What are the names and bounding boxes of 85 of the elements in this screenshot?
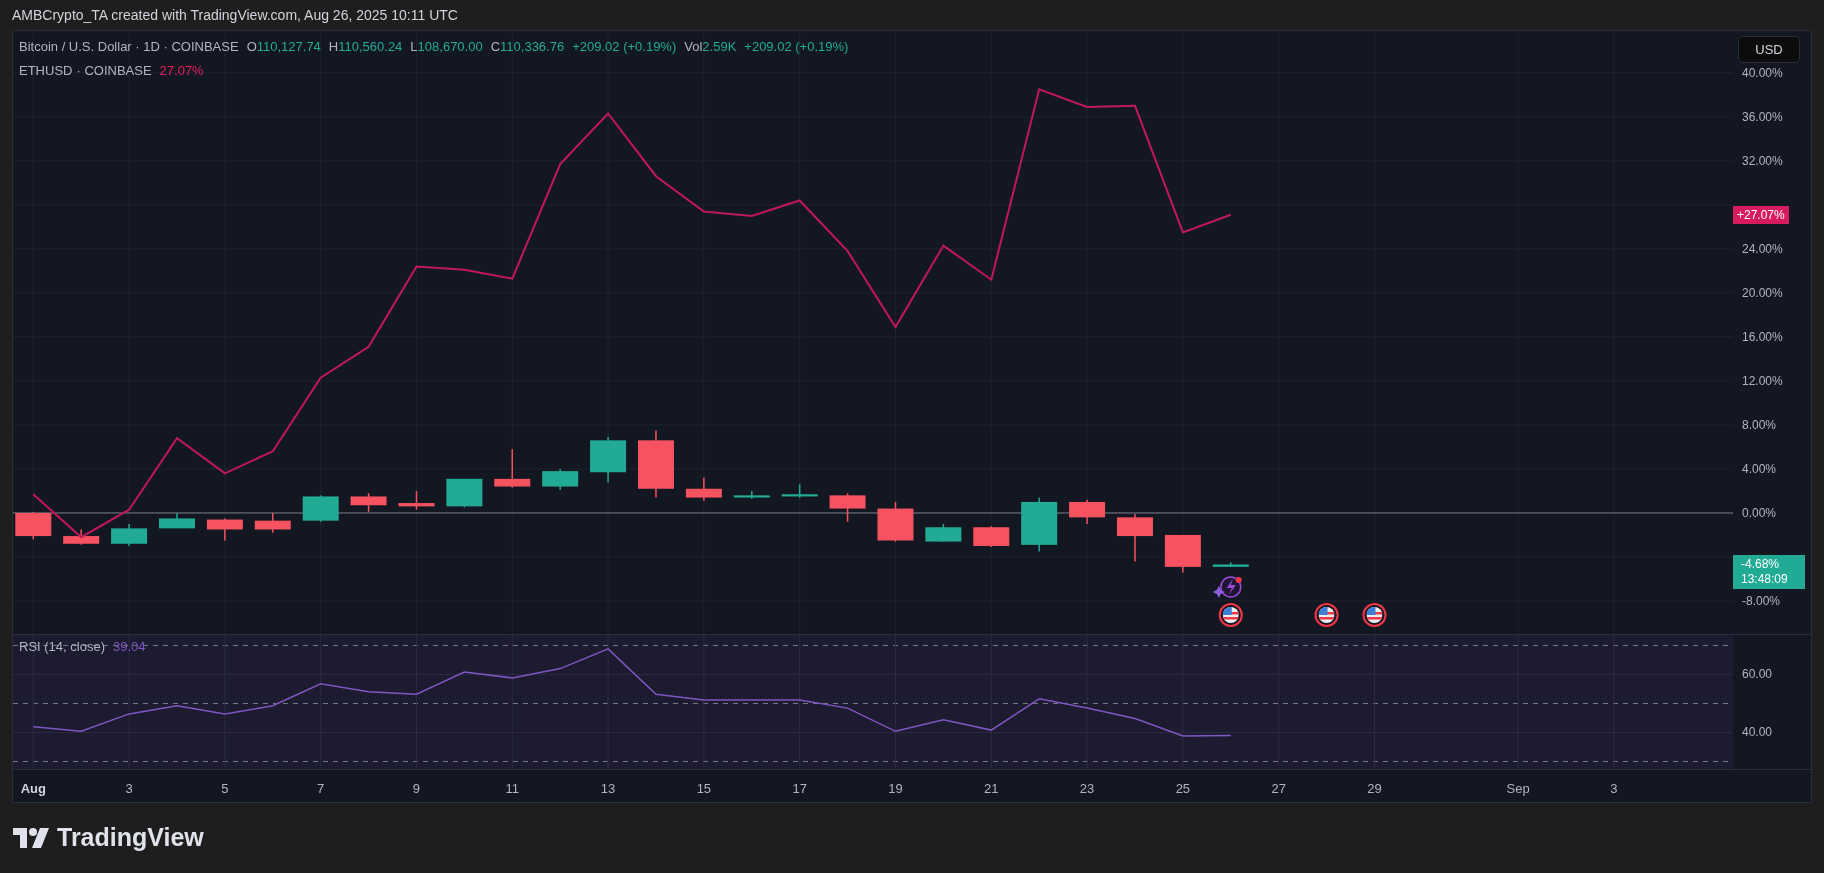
ohlc-label: H (328, 38, 339, 56)
candlestick (1021, 496, 1058, 553)
countdown-timer: 13:48:09 (1741, 572, 1789, 588)
date-label: 25 (1175, 780, 1191, 798)
candlestick (350, 492, 387, 513)
symbol-title[interactable]: Bitcoin / U.S. Dollar · 1D · COINBASE (19, 37, 239, 57)
date-label: 3 (1610, 780, 1618, 798)
date-label: 21 (984, 780, 999, 798)
ohlc-value: 108,670.00 (417, 38, 483, 56)
candlestick (494, 448, 531, 489)
candlestick (685, 477, 722, 502)
us-flag-icon[interactable] (1362, 603, 1387, 627)
candlestick (1212, 561, 1249, 568)
date-label: 3 (125, 780, 133, 798)
volume-label: Vol (684, 38, 703, 56)
candlestick (63, 528, 100, 546)
date-label: 27 (1271, 780, 1286, 798)
price-change: +209.02 (+0.19%) (572, 38, 677, 56)
price-value: -4.68% (1741, 557, 1781, 573)
candlestick (1116, 513, 1153, 563)
date-label: 5 (221, 780, 229, 798)
ohlc-label: O (246, 38, 257, 56)
axis-label: 20.00% (1742, 286, 1783, 299)
candlestick (733, 490, 770, 500)
us-flag-icon[interactable] (1218, 603, 1243, 627)
axis-label: 0.00% (1742, 506, 1777, 519)
candlestick (638, 429, 674, 499)
candlestick (206, 517, 243, 542)
brand-name: TradingView (57, 822, 204, 854)
rsi-value: 39.04 (113, 638, 146, 656)
axis-label: 32.00% (1742, 154, 1783, 167)
us-flag-icon[interactable] (1314, 603, 1339, 627)
exchange-name: · COINBASE (76, 61, 152, 80)
ohlc-label: C (490, 38, 501, 56)
volume-change: +209.02 (+0.19%) (744, 38, 849, 56)
date-label: Sep (1506, 780, 1530, 798)
axis-label: 40.00 (1742, 726, 1773, 739)
candlestick (877, 501, 914, 543)
date-label: 7 (317, 780, 325, 798)
axis-label: 8.00% (1742, 418, 1777, 431)
candlestick (590, 436, 627, 483)
currency-button[interactable]: USD (1738, 36, 1800, 63)
price-tag: +27.07% (1733, 206, 1789, 225)
candlestick (781, 483, 818, 499)
axis-label: 12.00% (1742, 374, 1783, 387)
date-label: 11 (505, 780, 519, 798)
candlestick (302, 494, 339, 523)
compare-value: 27.07% (159, 61, 204, 80)
date-label: 15 (696, 780, 712, 798)
chart-caption: AMBCrypto_TA created with TradingView.com, Aug 26, 2025 10:11 UTC (12, 5, 458, 25)
compare-symbol[interactable]: ETHUSD (19, 60, 73, 80)
ohlc-value: 110,336.76 (500, 38, 565, 56)
candlestick (1164, 534, 1201, 574)
candlestick (159, 512, 195, 529)
candlestick (973, 525, 1010, 548)
date-label: 23 (1079, 780, 1095, 798)
candlestick (446, 478, 483, 509)
axis-label: 60.00 (1742, 668, 1773, 681)
axis-label: 16.00% (1742, 330, 1783, 343)
candlestick (925, 523, 962, 543)
volume-value: 2.59K (702, 38, 737, 56)
candlestick (1069, 499, 1106, 525)
axis-label: 24.00% (1742, 242, 1783, 255)
date-label: 9 (412, 780, 421, 798)
ohlc-value: 110,127.74 (256, 38, 321, 56)
candlestick (254, 512, 291, 534)
date-label: 13 (600, 780, 616, 798)
candlestick (398, 490, 435, 511)
candlestick (15, 511, 52, 541)
ohlc-value: 110,560.24 (338, 38, 403, 56)
lightning-icon[interactable] (1212, 576, 1242, 598)
date-label: 19 (888, 780, 903, 798)
candlestick (829, 492, 866, 523)
date-label: 29 (1367, 780, 1382, 798)
axis-label: 4.00% (1742, 462, 1777, 475)
logo-icon (13, 828, 49, 848)
date-label: Aug (20, 780, 46, 798)
date-label: 17 (792, 780, 807, 798)
candlestick (111, 523, 148, 547)
axis-label: 36.00% (1742, 110, 1783, 123)
rsi-label[interactable]: RSI (14, close) (19, 637, 105, 657)
axis-label: 40.00% (1742, 66, 1783, 79)
axis-label: -8.00% (1742, 595, 1781, 607)
candlestick (542, 468, 579, 491)
ohlc-label: L (410, 38, 418, 56)
